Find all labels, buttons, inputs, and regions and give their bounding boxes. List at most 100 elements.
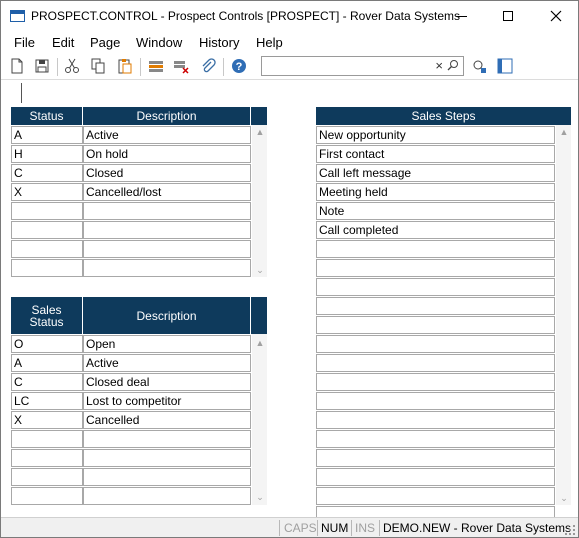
sales-steps-grid-scrollbar[interactable]: ▲ ⌄ xyxy=(556,125,571,505)
menu-page[interactable]: Page xyxy=(90,35,120,50)
sales-status-description-cell[interactable] xyxy=(83,449,251,467)
status-code-cell[interactable]: C xyxy=(11,164,83,182)
attach-icon[interactable] xyxy=(200,58,216,74)
sales-status-code-cell[interactable]: LC xyxy=(11,392,83,410)
sales-step-cell[interactable]: Meeting held xyxy=(316,183,555,201)
sales-step-cell[interactable]: Call left message xyxy=(316,164,555,182)
sales-status-code-cell[interactable] xyxy=(11,430,83,448)
menu-edit[interactable]: Edit xyxy=(52,35,74,50)
layout-icon[interactable] xyxy=(497,58,513,74)
close-button[interactable] xyxy=(533,1,579,31)
scroll-up-icon[interactable]: ▲ xyxy=(254,338,266,348)
sales-status-code-cell[interactable]: O xyxy=(11,335,83,353)
grid-header-corner xyxy=(251,107,267,125)
scroll-down-icon[interactable]: ⌄ xyxy=(254,265,266,275)
status-description-cell[interactable] xyxy=(83,221,251,239)
status-code-cell[interactable]: A xyxy=(11,126,83,144)
sales-step-cell[interactable] xyxy=(316,297,555,315)
status-description-cell[interactable]: Closed xyxy=(83,164,251,182)
sales-step-cell[interactable] xyxy=(316,316,555,334)
cut-icon[interactable] xyxy=(64,58,80,74)
sales-step-cell[interactable] xyxy=(316,487,555,505)
sales-step-cell[interactable] xyxy=(316,354,555,372)
insert-row-icon[interactable] xyxy=(148,58,164,74)
status-code-cell[interactable] xyxy=(11,240,83,258)
sales-step-cell[interactable] xyxy=(316,373,555,391)
save-icon[interactable] xyxy=(34,58,50,74)
status-column-header: Status xyxy=(11,107,83,125)
status-description-cell[interactable] xyxy=(83,202,251,220)
sales-step-cell[interactable] xyxy=(316,278,555,296)
sales-status-description-cell[interactable]: Open xyxy=(83,335,251,353)
status-description-cell[interactable]: Cancelled/lost xyxy=(83,183,251,201)
sales-step-cell[interactable] xyxy=(316,468,555,486)
sales-status-description-cell[interactable] xyxy=(83,430,251,448)
preview-icon[interactable] xyxy=(471,58,487,74)
status-description-cell[interactable]: On hold xyxy=(83,145,251,163)
sales-step-cell[interactable] xyxy=(316,259,555,277)
sales-step-cell[interactable]: New opportunity xyxy=(316,126,555,144)
status-code-cell[interactable]: X xyxy=(11,183,83,201)
sales-status-code-cell[interactable] xyxy=(11,449,83,467)
search-input[interactable]: × xyxy=(261,56,464,76)
sales-status-description-cell[interactable]: Cancelled xyxy=(83,411,251,429)
search-icon[interactable] xyxy=(447,59,459,71)
menu-history[interactable]: History xyxy=(199,35,239,50)
sales-status-description-cell[interactable]: Active xyxy=(83,354,251,372)
status-grid-scrollbar[interactable]: ▲ ⌄ xyxy=(252,125,267,277)
sales-status-description-cell[interactable] xyxy=(83,487,251,505)
new-icon[interactable] xyxy=(9,58,25,74)
sales-status-code-cell[interactable]: A xyxy=(11,354,83,372)
sales-status-code-cell[interactable]: C xyxy=(11,373,83,391)
sales-status-grid-scrollbar[interactable]: ▲ ⌄ xyxy=(252,334,267,505)
paste-icon[interactable] xyxy=(117,58,133,74)
sales-description-column-header: Description xyxy=(83,297,251,334)
sales-status-description-cell[interactable]: Lost to competitor xyxy=(83,392,251,410)
sales-step-cell[interactable] xyxy=(316,392,555,410)
status-code-cell[interactable] xyxy=(11,202,83,220)
sales-step-cell[interactable] xyxy=(316,335,555,353)
scroll-down-icon[interactable]: ⌄ xyxy=(558,493,570,503)
status-separator xyxy=(279,520,280,536)
sales-step-cell[interactable]: Call completed xyxy=(316,221,555,239)
sales-status-code-cell[interactable]: X xyxy=(11,411,83,429)
toolbar-separator xyxy=(140,58,141,76)
caps-indicator: CAPS xyxy=(284,521,317,535)
title-bar[interactable]: PROSPECT.CONTROL - Prospect Controls [PR… xyxy=(1,1,578,32)
minimize-button[interactable] xyxy=(439,1,485,31)
status-description-cell[interactable] xyxy=(83,240,251,258)
maximize-button[interactable] xyxy=(485,1,531,31)
menu-help[interactable]: Help xyxy=(256,35,283,50)
resize-grip-icon[interactable] xyxy=(565,525,575,535)
sales-step-cell[interactable]: Note xyxy=(316,202,555,220)
help-icon[interactable]: ? xyxy=(231,58,247,74)
scroll-up-icon[interactable]: ▲ xyxy=(558,127,570,137)
sales-step-cell[interactable]: First contact xyxy=(316,145,555,163)
status-separator xyxy=(379,520,380,536)
sales-step-cell[interactable] xyxy=(316,430,555,448)
status-description-cell[interactable] xyxy=(83,259,251,277)
menu-window[interactable]: Window xyxy=(136,35,182,50)
sales-step-cell[interactable] xyxy=(316,449,555,467)
toolbar: ? × xyxy=(1,54,578,80)
delete-row-icon[interactable] xyxy=(173,58,189,74)
clear-search-icon[interactable]: × xyxy=(435,58,443,73)
status-code-cell[interactable] xyxy=(11,259,83,277)
status-code-cell[interactable]: H xyxy=(11,145,83,163)
sales-status-description-cell[interactable]: Closed deal xyxy=(83,373,251,391)
close-icon xyxy=(550,10,562,22)
num-indicator: NUM xyxy=(321,521,349,535)
status-description-cell[interactable]: Active xyxy=(83,126,251,144)
sales-step-cell[interactable] xyxy=(316,411,555,429)
svg-text:?: ? xyxy=(236,61,243,73)
sales-status-code-cell[interactable] xyxy=(11,487,83,505)
copy-icon[interactable] xyxy=(90,58,106,74)
scroll-down-icon[interactable]: ⌄ xyxy=(254,492,266,502)
scroll-up-icon[interactable]: ▲ xyxy=(254,127,266,137)
sales-status-column-header: Sales Status xyxy=(11,297,83,334)
status-code-cell[interactable] xyxy=(11,221,83,239)
sales-status-code-cell[interactable] xyxy=(11,468,83,486)
sales-status-description-cell[interactable] xyxy=(83,468,251,486)
sales-step-cell[interactable] xyxy=(316,240,555,258)
menu-file[interactable]: File xyxy=(14,35,35,50)
